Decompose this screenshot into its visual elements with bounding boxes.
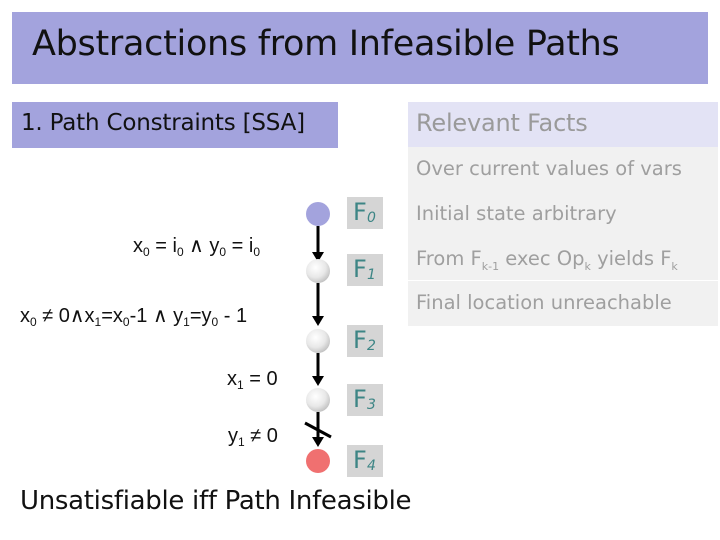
node-f2 <box>306 329 330 353</box>
constraint-init: x0 = i0 ∧ y0 = i0 <box>133 235 261 259</box>
constraint-y1: y1 ≠ 0 <box>228 425 278 449</box>
edge-2-3 <box>312 353 324 386</box>
label-f3: F3 <box>347 384 383 416</box>
edge-1-2 <box>312 283 324 326</box>
conclusion-text: Unsatisfiable iff Path Infeasible <box>20 486 412 516</box>
node-f3 <box>306 388 330 412</box>
constraint-step: x0 ≠ 0∧x1=x0-1 ∧ y1=y0 - 1 <box>20 305 248 329</box>
node-f4 <box>306 449 330 473</box>
constraint-x1: x1 = 0 <box>227 368 278 392</box>
node-f0 <box>306 202 330 226</box>
node-f1 <box>306 259 330 283</box>
label-f0: F0 <box>347 197 383 229</box>
edge-3-4-blocked <box>304 412 332 447</box>
label-f2: F2 <box>347 325 383 357</box>
label-f4: F4 <box>347 445 383 477</box>
label-f1: F1 <box>347 254 383 286</box>
edge-0-1 <box>312 226 324 262</box>
